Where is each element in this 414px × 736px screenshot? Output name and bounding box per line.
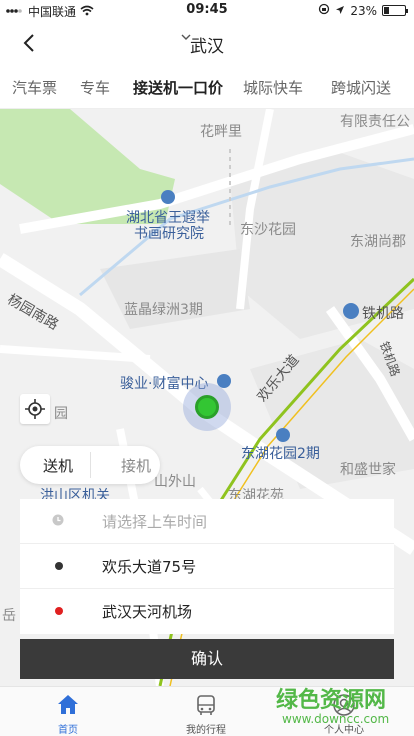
map-label: 东沙花园	[240, 222, 296, 238]
send-to-airport-option[interactable]: 送机	[43, 455, 73, 476]
watermark-title: 绿色资源网	[276, 688, 387, 713]
destination-dot-icon	[55, 607, 63, 615]
battery-level	[384, 7, 389, 14]
map-label: 蓝晶绿洲3期	[124, 302, 203, 318]
origin-row[interactable]: 欢乐大道75号	[20, 544, 394, 589]
confirm-button[interactable]: 确认	[20, 639, 394, 679]
tab-bus-ticket[interactable]: 汽车票	[12, 77, 57, 98]
tab-private-car[interactable]: 专车	[80, 77, 110, 98]
nav-my-trips-label: 我的行程	[186, 725, 226, 736]
map-label: 东湖尚郡	[350, 234, 406, 250]
watermark-url: www.downcc.com	[282, 712, 390, 726]
map-label: 花畔里	[200, 124, 242, 140]
map-label: 铁机路	[362, 306, 404, 322]
crosshair-icon	[25, 399, 45, 419]
map-label: 东湖花园2期	[241, 446, 320, 462]
map-label: 岳	[2, 608, 16, 624]
map-label: 园	[54, 406, 68, 422]
map-label: 有限责任公	[340, 114, 410, 130]
pickup-time-placeholder: 请选择上车时间	[102, 513, 208, 531]
pickup-time-row[interactable]: 请选择上车时间	[20, 499, 394, 544]
battery-icon	[382, 5, 408, 16]
pickup-from-airport-option[interactable]: 接机	[121, 455, 151, 476]
tab-cross-city-delivery[interactable]: 跨城闪送	[331, 77, 391, 98]
mode-divider	[90, 452, 91, 478]
bus-icon	[197, 695, 215, 715]
tab-intercity-express[interactable]: 城际快车	[243, 77, 303, 98]
tab-airport-transfer[interactable]: 接送机一口价	[133, 77, 223, 98]
map-label: 山外山	[154, 474, 196, 490]
map-label: 书画研究院	[134, 226, 204, 242]
nav-bar: 武汉	[0, 20, 414, 64]
status-right: 23%	[318, 3, 408, 18]
battery-percent: 23%	[350, 3, 377, 18]
service-tabs: 汽车票 专车 接送机一口价 城际快车 跨城闪送	[0, 64, 414, 109]
city-title[interactable]: 武汉	[0, 32, 414, 57]
clock-icon	[52, 514, 64, 526]
nav-home-label: 首页	[58, 725, 78, 736]
destination-address: 武汉天河机场	[102, 603, 193, 621]
status-bar: 中国联通 09:45 23%	[0, 0, 414, 20]
location-arrow-icon	[335, 4, 345, 18]
locate-button[interactable]	[20, 394, 50, 424]
watermark: 绿色资源网 www.downcc.com	[276, 682, 406, 732]
map-label: 和盛世家	[340, 462, 396, 478]
lock-rotation-icon	[318, 3, 330, 18]
current-location-marker[interactable]	[195, 395, 219, 419]
transfer-mode-toggle: 送机 接机	[20, 446, 160, 484]
destination-row[interactable]: 武汉天河机场	[20, 589, 394, 634]
trip-form: 请选择上车时间 欢乐大道75号 武汉天河机场	[20, 499, 394, 634]
origin-dot-icon	[55, 562, 63, 570]
nav-my-trips[interactable]: 我的行程	[166, 687, 246, 736]
home-icon	[58, 695, 78, 714]
nav-home[interactable]: 首页	[28, 687, 108, 736]
origin-address: 欢乐大道75号	[102, 558, 197, 576]
